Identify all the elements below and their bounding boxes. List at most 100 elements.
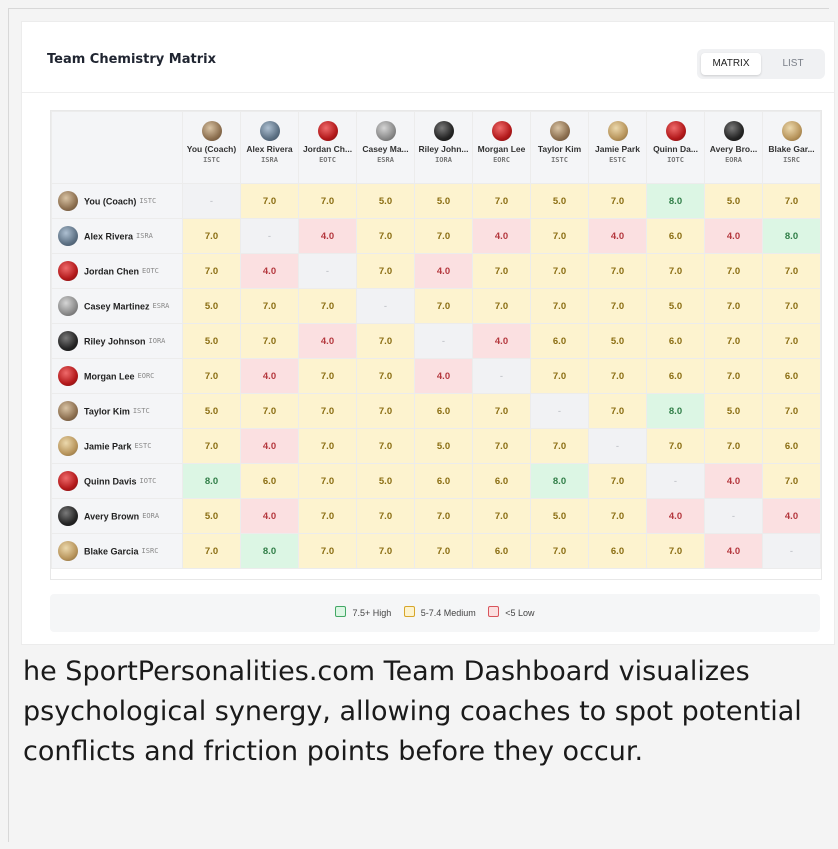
chemistry-score-cell[interactable]: 7.0 xyxy=(240,393,299,429)
chemistry-score-cell[interactable]: 4.0 xyxy=(646,498,705,534)
chemistry-score-cell[interactable]: 7.0 xyxy=(472,498,531,534)
chemistry-score-cell[interactable]: 7.0 xyxy=(298,183,357,219)
chemistry-score-cell[interactable]: - xyxy=(530,393,589,429)
chemistry-score-cell[interactable]: 7.0 xyxy=(530,358,589,394)
chemistry-score-cell[interactable]: 7.0 xyxy=(356,323,415,359)
chemistry-score-cell[interactable]: 5.0 xyxy=(530,498,589,534)
chemistry-score-cell[interactable]: 7.0 xyxy=(704,428,763,464)
chemistry-score-cell[interactable]: 7.0 xyxy=(588,393,647,429)
chemistry-score-cell[interactable]: - xyxy=(646,463,705,499)
chemistry-score-cell[interactable]: 5.0 xyxy=(646,288,705,324)
chemistry-score-cell[interactable]: 7.0 xyxy=(182,253,241,289)
chemistry-score-cell[interactable]: 7.0 xyxy=(588,358,647,394)
chemistry-score-cell[interactable]: 7.0 xyxy=(356,428,415,464)
matrix-view-button[interactable]: MATRIX xyxy=(701,53,761,75)
chemistry-score-cell[interactable]: 7.0 xyxy=(298,498,357,534)
chemistry-score-cell[interactable]: 8.0 xyxy=(762,218,821,254)
chemistry-score-cell[interactable]: 7.0 xyxy=(298,463,357,499)
chemistry-score-cell[interactable]: 7.0 xyxy=(762,288,821,324)
chemistry-score-cell[interactable]: 7.0 xyxy=(588,288,647,324)
chemistry-score-cell[interactable]: 7.0 xyxy=(762,323,821,359)
chemistry-score-cell[interactable]: 4.0 xyxy=(704,218,763,254)
chemistry-score-cell[interactable]: 7.0 xyxy=(414,533,473,569)
chemistry-score-cell[interactable]: 4.0 xyxy=(298,218,357,254)
chemistry-score-cell[interactable]: 4.0 xyxy=(240,428,299,464)
chemistry-score-cell[interactable]: 4.0 xyxy=(704,533,763,569)
chemistry-score-cell[interactable]: 6.0 xyxy=(646,358,705,394)
chemistry-score-cell[interactable]: 7.0 xyxy=(472,393,531,429)
chemistry-score-cell[interactable]: 8.0 xyxy=(646,393,705,429)
chemistry-score-cell[interactable]: 5.0 xyxy=(356,463,415,499)
chemistry-score-cell[interactable]: 8.0 xyxy=(240,533,299,569)
chemistry-score-cell[interactable]: 7.0 xyxy=(472,428,531,464)
chemistry-score-cell[interactable]: - xyxy=(414,323,473,359)
chemistry-score-cell[interactable]: 4.0 xyxy=(472,218,531,254)
chemistry-score-cell[interactable]: - xyxy=(588,428,647,464)
chemistry-score-cell[interactable]: - xyxy=(298,253,357,289)
chemistry-score-cell[interactable]: 5.0 xyxy=(704,393,763,429)
chemistry-score-cell[interactable]: 6.0 xyxy=(762,428,821,464)
chemistry-score-cell[interactable]: 7.0 xyxy=(762,183,821,219)
chemistry-score-cell[interactable]: - xyxy=(356,288,415,324)
chemistry-score-cell[interactable]: 5.0 xyxy=(414,428,473,464)
chemistry-score-cell[interactable]: 7.0 xyxy=(704,253,763,289)
chemistry-score-cell[interactable]: 7.0 xyxy=(356,218,415,254)
chemistry-score-cell[interactable]: 7.0 xyxy=(356,498,415,534)
chemistry-score-cell[interactable]: 7.0 xyxy=(356,533,415,569)
chemistry-score-cell[interactable]: 6.0 xyxy=(646,323,705,359)
chemistry-score-cell[interactable]: 7.0 xyxy=(588,498,647,534)
chemistry-score-cell[interactable]: 7.0 xyxy=(356,358,415,394)
chemistry-score-cell[interactable]: 6.0 xyxy=(240,463,299,499)
chemistry-score-cell[interactable]: 7.0 xyxy=(472,288,531,324)
chemistry-score-cell[interactable]: 5.0 xyxy=(588,323,647,359)
chemistry-score-cell[interactable]: 4.0 xyxy=(298,323,357,359)
chemistry-score-cell[interactable]: 7.0 xyxy=(414,498,473,534)
chemistry-score-cell[interactable]: 7.0 xyxy=(646,253,705,289)
chemistry-score-cell[interactable]: 7.0 xyxy=(704,358,763,394)
chemistry-score-cell[interactable]: 7.0 xyxy=(762,393,821,429)
chemistry-score-cell[interactable]: 4.0 xyxy=(240,358,299,394)
chemistry-score-cell[interactable]: 5.0 xyxy=(182,498,241,534)
chemistry-score-cell[interactable]: 5.0 xyxy=(414,183,473,219)
chemistry-score-cell[interactable]: 7.0 xyxy=(472,183,531,219)
chemistry-score-cell[interactable]: 7.0 xyxy=(240,323,299,359)
chemistry-score-cell[interactable]: 7.0 xyxy=(762,463,821,499)
chemistry-score-cell[interactable]: 7.0 xyxy=(530,428,589,464)
chemistry-score-cell[interactable]: 4.0 xyxy=(762,498,821,534)
chemistry-score-cell[interactable]: 4.0 xyxy=(588,218,647,254)
chemistry-score-cell[interactable]: 7.0 xyxy=(530,533,589,569)
chemistry-score-cell[interactable]: 8.0 xyxy=(182,463,241,499)
chemistry-score-cell[interactable]: 7.0 xyxy=(298,393,357,429)
chemistry-score-cell[interactable]: 4.0 xyxy=(414,358,473,394)
chemistry-score-cell[interactable]: 5.0 xyxy=(182,288,241,324)
chemistry-score-cell[interactable]: - xyxy=(472,358,531,394)
chemistry-score-cell[interactable]: 7.0 xyxy=(530,288,589,324)
chemistry-score-cell[interactable]: 4.0 xyxy=(240,498,299,534)
chemistry-score-cell[interactable]: 7.0 xyxy=(530,218,589,254)
chemistry-score-cell[interactable]: - xyxy=(704,498,763,534)
chemistry-score-cell[interactable]: 7.0 xyxy=(240,288,299,324)
chemistry-score-cell[interactable]: 7.0 xyxy=(182,218,241,254)
chemistry-score-cell[interactable]: - xyxy=(762,533,821,569)
chemistry-score-cell[interactable]: 7.0 xyxy=(530,253,589,289)
chemistry-score-cell[interactable]: 7.0 xyxy=(356,253,415,289)
chemistry-score-cell[interactable]: 5.0 xyxy=(182,393,241,429)
chemistry-score-cell[interactable]: 7.0 xyxy=(414,288,473,324)
chemistry-score-cell[interactable]: 6.0 xyxy=(472,463,531,499)
chemistry-score-cell[interactable]: 7.0 xyxy=(182,533,241,569)
chemistry-score-cell[interactable]: 5.0 xyxy=(530,183,589,219)
chemistry-score-cell[interactable]: 7.0 xyxy=(298,428,357,464)
chemistry-score-cell[interactable]: 7.0 xyxy=(704,288,763,324)
chemistry-score-cell[interactable]: 5.0 xyxy=(182,323,241,359)
chemistry-score-cell[interactable]: 7.0 xyxy=(588,253,647,289)
chemistry-score-cell[interactable]: 7.0 xyxy=(298,358,357,394)
chemistry-score-cell[interactable]: 7.0 xyxy=(240,183,299,219)
chemistry-score-cell[interactable]: 6.0 xyxy=(762,358,821,394)
chemistry-score-cell[interactable]: 6.0 xyxy=(414,463,473,499)
chemistry-score-cell[interactable]: 7.0 xyxy=(182,358,241,394)
chemistry-score-cell[interactable]: 7.0 xyxy=(704,323,763,359)
chemistry-score-cell[interactable]: 4.0 xyxy=(704,463,763,499)
chemistry-score-cell[interactable]: 7.0 xyxy=(298,288,357,324)
chemistry-score-cell[interactable]: 4.0 xyxy=(472,323,531,359)
chemistry-score-cell[interactable]: 7.0 xyxy=(646,533,705,569)
